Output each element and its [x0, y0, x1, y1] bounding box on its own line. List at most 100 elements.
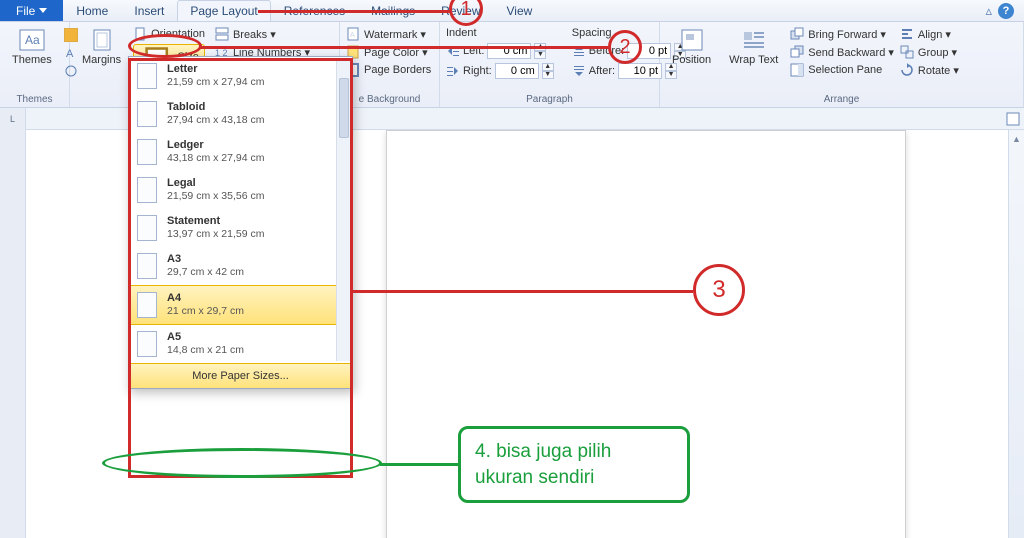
send-backward-icon [790, 45, 804, 59]
page-thumb-icon [137, 331, 157, 357]
spacing-after-icon [572, 64, 586, 78]
page-thumb-icon [137, 215, 157, 241]
group-label: Paragraph [446, 92, 653, 105]
watermark-icon: A [346, 27, 360, 41]
bring-forward-icon [790, 27, 804, 41]
ruler-toggle-icon[interactable] [1006, 112, 1020, 126]
page-thumb-icon [137, 292, 157, 318]
size-option-letter[interactable]: Letter21,59 cm x 27,94 cm [129, 57, 352, 95]
annotation-line-2 [200, 46, 608, 49]
group-themes: Aa Themes A Themes [0, 22, 70, 107]
size-dim: 14,8 cm x 21 cm [167, 344, 244, 357]
spin-down[interactable]: ▼ [534, 51, 546, 59]
vertical-scrollbar[interactable]: ▲ [1008, 130, 1024, 538]
size-list: Letter21,59 cm x 27,94 cmTabloid27,94 cm… [129, 57, 352, 363]
size-dim: 27,94 cm x 43,18 cm [167, 114, 264, 127]
page-thumb-icon [137, 63, 157, 89]
position-button[interactable]: Position [666, 26, 717, 68]
page-thumb-icon [137, 101, 157, 127]
size-dim: 29,7 cm x 42 cm [167, 266, 244, 279]
size-option-ledger[interactable]: Ledger43,18 cm x 27,94 cm [129, 133, 352, 171]
align-icon [900, 27, 914, 41]
tab-page-layout[interactable]: Page Layout [177, 0, 270, 21]
position-icon [678, 28, 706, 52]
chevron-down-icon [39, 8, 47, 14]
group-arrange: Position Wrap Text Bring Forward ▾ Send … [660, 22, 1024, 107]
size-dim: 21,59 cm x 35,56 cm [167, 190, 264, 203]
selection-pane-button[interactable]: Selection Pane [790, 62, 894, 78]
breaks-icon [215, 27, 229, 41]
svg-text:A: A [350, 32, 355, 39]
size-name: Tabloid [167, 101, 264, 114]
tab-view[interactable]: View [494, 0, 546, 21]
minimize-ribbon-icon[interactable]: ▵ [985, 3, 992, 19]
size-option-tabloid[interactable]: Tabloid27,94 cm x 43,18 cm [129, 95, 352, 133]
annotation-line-1 [258, 10, 450, 13]
indent-left[interactable]: Left: ▲▼ [446, 42, 554, 60]
group-button[interactable]: Group ▾ [900, 44, 959, 60]
themes-button[interactable]: Aa Themes [6, 26, 58, 68]
size-dropdown: Letter21,59 cm x 27,94 cmTabloid27,94 cm… [128, 56, 353, 389]
selection-pane-icon [790, 63, 804, 77]
ribbon-tabs: File Home Insert Page Layout References … [0, 0, 1024, 22]
group-page-background: A Watermark ▾ Page Color ▾ Page Borders … [340, 22, 440, 107]
size-option-a5[interactable]: A514,8 cm x 21 cm [129, 325, 352, 363]
size-option-a4[interactable]: A421 cm x 29,7 cm [129, 285, 352, 325]
svg-text:Aa: Aa [25, 33, 40, 47]
tab-insert[interactable]: Insert [121, 0, 177, 21]
size-name: Letter [167, 63, 264, 76]
page-borders-button[interactable]: Page Borders [346, 62, 433, 78]
orientation-icon [133, 27, 147, 41]
size-dim: 43,18 cm x 27,94 cm [167, 152, 264, 165]
page-thumb-icon [137, 177, 157, 203]
rotate-button[interactable]: Rotate ▾ [900, 62, 959, 78]
tab-file[interactable]: File [0, 0, 63, 21]
orientation-button[interactable]: Orientation [133, 26, 205, 42]
tab-home[interactable]: Home [63, 0, 121, 21]
send-backward-button[interactable]: Send Backward ▾ [790, 44, 894, 60]
group-label: Arrange [666, 92, 1017, 105]
themes-icon: Aa [18, 28, 46, 52]
page-thumb-icon [137, 253, 157, 279]
rotate-icon [900, 63, 914, 77]
page[interactable] [386, 130, 906, 538]
size-dim: 21,59 cm x 27,94 cm [167, 76, 264, 89]
indent-label: Indent [446, 26, 554, 40]
size-name: A3 [167, 253, 244, 266]
spin-down[interactable]: ▼ [542, 71, 554, 79]
help-icon[interactable]: ? [998, 3, 1014, 19]
size-option-statement[interactable]: Statement13,97 cm x 21,59 cm [129, 209, 352, 247]
annotation-line-3 [353, 290, 693, 293]
page-thumb-icon [137, 139, 157, 165]
size-dim: 21 cm x 29,7 cm [167, 305, 244, 318]
size-option-a3[interactable]: A329,7 cm x 42 cm [129, 247, 352, 285]
group-label: Themes [6, 92, 63, 105]
group-icon [900, 45, 914, 59]
dropdown-scrollbar[interactable] [336, 58, 351, 361]
wrap-text-icon [740, 28, 768, 52]
tab-stop-indicator[interactable]: L [0, 108, 26, 130]
spin-up[interactable]: ▲ [542, 63, 554, 71]
tab-file-label: File [16, 4, 35, 18]
margins-button[interactable]: Margins [76, 26, 127, 68]
title-bar-right: ▵ ? [985, 0, 1024, 21]
bring-forward-button[interactable]: Bring Forward ▾ [790, 26, 894, 42]
align-button[interactable]: Align ▾ [900, 26, 959, 42]
wrap-text-button[interactable]: Wrap Text [723, 26, 784, 68]
size-option-legal[interactable]: Legal21,59 cm x 35,56 cm [129, 171, 352, 209]
size-dim: 13,97 cm x 21,59 cm [167, 228, 264, 241]
indent-right-icon [446, 64, 460, 78]
size-name: A4 [167, 292, 244, 305]
spacing-after-input[interactable] [618, 63, 662, 79]
breaks-button[interactable]: Breaks ▾ [215, 26, 310, 42]
group-label: e Background [346, 92, 433, 105]
annotation-line-4 [380, 463, 460, 466]
size-name: Ledger [167, 139, 264, 152]
more-paper-sizes[interactable]: More Paper Sizes... [129, 363, 352, 388]
indent-right[interactable]: Right: ▲▼ [446, 62, 554, 80]
watermark-button[interactable]: A Watermark ▾ [346, 26, 433, 42]
indent-right-input[interactable] [495, 63, 539, 79]
vertical-ruler[interactable] [0, 130, 26, 538]
size-name: Statement [167, 215, 264, 228]
size-name: Legal [167, 177, 264, 190]
